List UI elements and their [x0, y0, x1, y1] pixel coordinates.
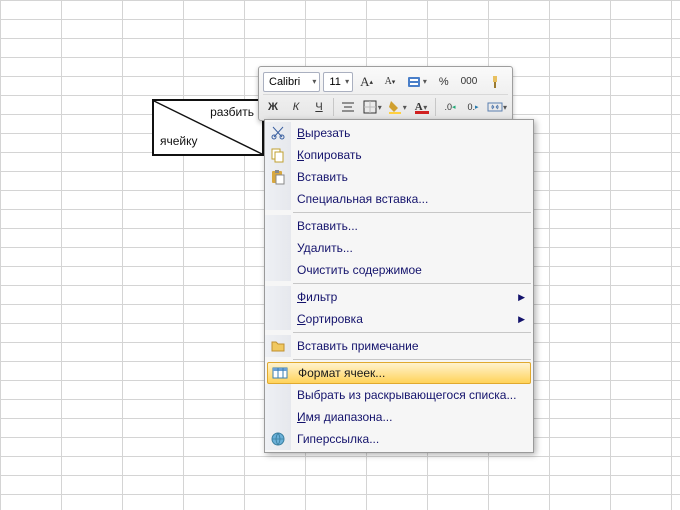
percent-icon: % — [439, 76, 449, 88]
folder-icon — [270, 338, 286, 354]
menu-item-label: Формат ячеек... — [292, 366, 510, 380]
format-painter-button[interactable] — [484, 72, 508, 92]
menu-separator — [293, 332, 531, 333]
decrease-font-button[interactable]: A▾ — [380, 72, 400, 92]
borders-button[interactable]: ▾ — [361, 97, 383, 117]
menu-separator — [293, 283, 531, 284]
italic-icon: К — [293, 101, 299, 113]
bold-icon: Ж — [268, 101, 278, 113]
comma-format-button[interactable]: 000 — [457, 72, 481, 92]
paste-icon — [270, 169, 286, 185]
menu-item-clear-contents[interactable]: Очистить содержимое — [265, 259, 533, 281]
menu-item-label: Удалить... — [291, 241, 511, 255]
chevron-down-icon: ▾ — [403, 103, 407, 112]
mini-toolbar: Calibri ▾ 11 ▾ A▴ A▾ ▾ % 000 — [258, 66, 513, 121]
menu-item-delete[interactable]: Удалить... — [265, 237, 533, 259]
decrease-decimal-icon: 0. — [467, 102, 475, 112]
menu-item-copy[interactable]: Копировать — [265, 144, 533, 166]
split-cell-bottom-label: ячейку — [160, 134, 198, 148]
context-menu: Вырезать Копировать Вставить Специальная… — [264, 119, 534, 453]
merge-center-button[interactable]: ▾ — [486, 97, 508, 117]
paintbrush-icon — [488, 74, 504, 90]
chevron-down-icon: ▾ — [345, 77, 349, 86]
merge-icon — [487, 99, 503, 115]
menu-item-paste-special[interactable]: Специальная вставка... — [265, 188, 533, 210]
menu-item-label: Выбрать из раскрывающегося списка... — [291, 388, 516, 402]
font-size-select[interactable]: 11 ▾ — [323, 72, 353, 92]
align-center-icon — [340, 99, 356, 115]
menu-item-insert-comment[interactable]: Вставить примечание — [265, 335, 533, 357]
italic-button[interactable]: К — [286, 97, 306, 117]
decrease-font-icon: A — [385, 76, 392, 87]
menu-separator — [293, 359, 531, 360]
split-cell-top-label: разбить — [210, 105, 254, 119]
menu-item-label: Фильтр — [291, 290, 511, 304]
font-name-value: Calibri — [269, 76, 300, 88]
copy-icon — [270, 147, 286, 163]
accounting-icon — [407, 74, 423, 90]
menu-item-label: Вырезать — [291, 126, 511, 140]
font-color-swatch — [415, 111, 429, 114]
align-center-button[interactable] — [338, 97, 358, 117]
percent-format-button[interactable]: % — [434, 72, 454, 92]
chevron-down-icon: ▾ — [312, 77, 316, 86]
font-name-select[interactable]: Calibri ▾ — [263, 72, 320, 92]
menu-item-label: Сортировка — [291, 312, 511, 326]
menu-item-paste[interactable]: Вставить — [265, 166, 533, 188]
increase-decimal-button[interactable]: .0 ◂ — [440, 97, 460, 117]
increase-decimal-icon: .0 — [444, 102, 452, 112]
menu-item-filter[interactable]: Фильтр ▶ — [265, 286, 533, 308]
scissors-icon — [270, 125, 286, 141]
menu-item-label: Очистить содержимое — [291, 263, 511, 277]
menu-item-label: Вставить — [291, 170, 511, 184]
menu-item-name-range[interactable]: Имя диапазона... — [265, 406, 533, 428]
format-cells-icon — [272, 365, 288, 381]
menu-item-label: Имя диапазона... — [291, 410, 511, 424]
font-color-button[interactable]: A ▾ — [411, 97, 432, 117]
underline-icon: Ч — [315, 101, 322, 113]
menu-item-sort[interactable]: Сортировка ▶ — [265, 308, 533, 330]
menu-item-label: Копировать — [291, 148, 511, 162]
menu-item-label: Вставить примечание — [291, 339, 511, 353]
thousands-icon: 000 — [461, 76, 478, 87]
increase-font-button[interactable]: A▴ — [356, 72, 377, 92]
menu-item-hyperlink[interactable]: Гиперссылка... — [265, 428, 533, 450]
font-size-value: 11 — [329, 76, 340, 88]
submenu-arrow-icon: ▶ — [518, 314, 525, 325]
menu-item-format-cells[interactable]: Формат ячеек... — [267, 362, 531, 384]
chevron-down-icon: ▾ — [378, 103, 382, 112]
chevron-down-icon: ▾ — [503, 103, 507, 112]
accounting-format-button[interactable]: ▾ — [403, 72, 431, 92]
split-cell[interactable]: разбить ячейку — [152, 99, 264, 156]
menu-item-pick-from-dropdown[interactable]: Выбрать из раскрывающегося списка... — [265, 384, 533, 406]
fill-color-button[interactable]: ▾ — [386, 97, 408, 117]
increase-font-icon: A — [360, 74, 369, 90]
menu-item-label: Вставить... — [291, 219, 511, 233]
menu-item-label: Гиперссылка... — [291, 432, 511, 446]
menu-item-cut[interactable]: Вырезать — [265, 122, 533, 144]
menu-separator — [293, 212, 531, 213]
menu-item-insert[interactable]: Вставить... — [265, 215, 533, 237]
bucket-icon — [387, 99, 403, 115]
chevron-down-icon: ▾ — [423, 77, 427, 86]
menu-item-label: Специальная вставка... — [291, 192, 511, 206]
decrease-decimal-button[interactable]: 0. ▸ — [463, 97, 483, 117]
underline-button[interactable]: Ч — [309, 97, 329, 117]
separator — [435, 98, 436, 116]
hyperlink-icon — [270, 431, 286, 447]
submenu-arrow-icon: ▶ — [518, 292, 525, 303]
separator — [333, 98, 334, 116]
bold-button[interactable]: Ж — [263, 97, 283, 117]
borders-icon — [362, 99, 378, 115]
